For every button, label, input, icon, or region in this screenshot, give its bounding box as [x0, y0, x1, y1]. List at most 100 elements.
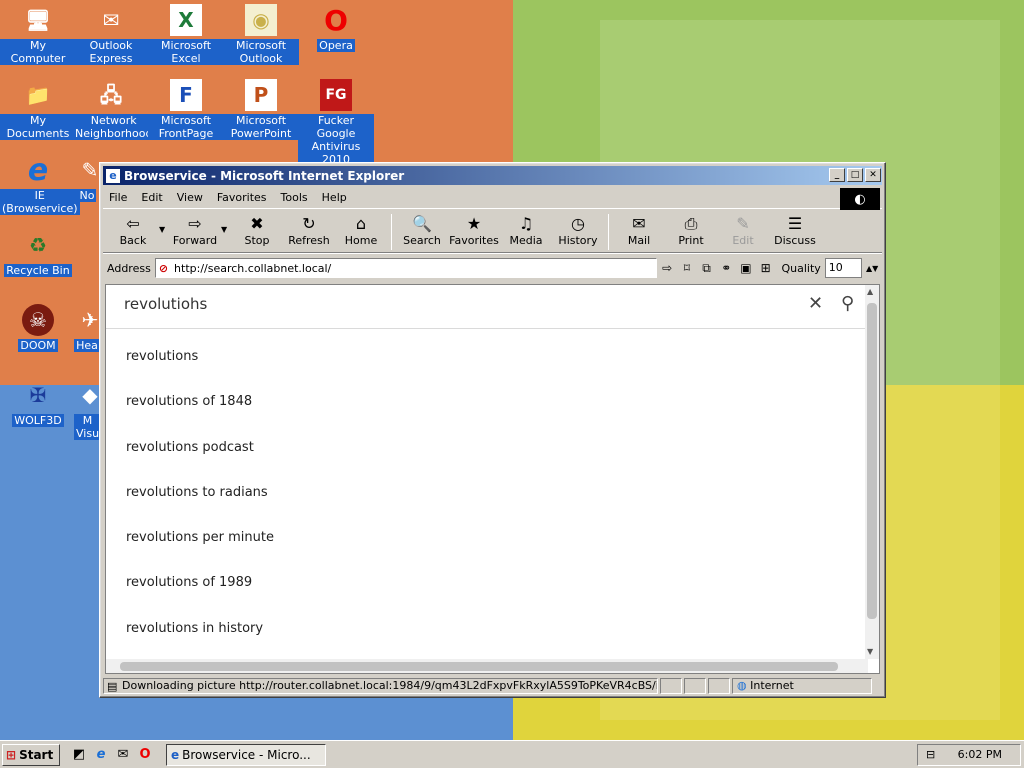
media-button[interactable]: ♫ Media: [500, 211, 552, 247]
quality-spinner-icon[interactable]: ▲▼: [862, 264, 882, 273]
ie-icon: e: [171, 747, 180, 762]
favorites-button[interactable]: ★ Favorites: [448, 211, 500, 247]
desktop-icon-outlook[interactable]: ◉ Microsoft Outlook: [223, 4, 299, 65]
my-computer-icon: 🖥: [25, 7, 51, 32]
status-cell: [660, 678, 682, 694]
edit-button[interactable]: ✎ Edit: [717, 211, 769, 247]
toolbar-divider: [391, 214, 392, 250]
desktop-icon-excel[interactable]: X Microsoft Excel: [148, 4, 224, 65]
edit-icon: ✎: [736, 214, 750, 233]
desktop-icon-recycle-bin[interactable]: ♻ Recycle Bin: [0, 229, 76, 277]
clear-icon[interactable]: ✕: [808, 293, 823, 314]
opera-icon[interactable]: O: [134, 747, 156, 762]
address-label: Address: [107, 261, 151, 275]
print-button[interactable]: ⎙ Print: [665, 211, 717, 247]
menu-edit[interactable]: Edit: [141, 191, 162, 204]
desktop-icon-doom[interactable]: ☠ DOOM: [0, 304, 76, 352]
search-icon: 🔍: [412, 214, 432, 233]
title-bar[interactable]: e Browservice - Microsoft Internet Explo…: [103, 166, 882, 185]
suggestion-item[interactable]: revolutions podcast: [126, 440, 274, 485]
task-label: Browservice - Micro...: [182, 747, 311, 762]
recycle-bin-icon: ♻: [29, 232, 47, 257]
paste-icon[interactable]: ⊞: [756, 261, 776, 275]
security-zone: ◍ Internet: [732, 678, 872, 694]
menu-view[interactable]: View: [177, 191, 203, 204]
suggestion-item[interactable]: revolutions of 1848: [126, 394, 274, 439]
bookmark-icon[interactable]: ⌑: [677, 261, 697, 275]
desktop-icon-ie[interactable]: e IE (Browservice): [0, 152, 80, 215]
clipboard-icon[interactable]: ▣: [736, 261, 756, 275]
outlook-express-icon[interactable]: ✉: [112, 747, 134, 762]
address-url: http://search.collabnet.local/: [174, 261, 332, 275]
quick-launch: ◩ e ✉ O: [68, 747, 156, 762]
desktop-icon-powerpoint[interactable]: P Microsoft PowerPoint: [223, 79, 299, 140]
desktop-icon-network[interactable]: 🖧 Network Neighborhood: [73, 79, 155, 140]
vertical-scrollbar[interactable]: ▲ ▼: [865, 285, 879, 659]
desktop-icon-antivirus[interactable]: FG Fucker Google Antivirus 2010: [298, 79, 374, 166]
maximize-button[interactable]: □: [847, 168, 863, 182]
menu-favorites[interactable]: Favorites: [217, 191, 267, 204]
menu-tools[interactable]: Tools: [281, 191, 308, 204]
back-button[interactable]: ⇦ Back: [107, 211, 159, 247]
frontpage-icon: F: [170, 79, 202, 111]
go-arrow-icon[interactable]: ⇨: [657, 261, 677, 275]
suggestion-item[interactable]: revolutions to radians: [126, 485, 274, 530]
find-icon[interactable]: ⚭: [716, 261, 736, 275]
address-bar: Address ⊘ http://search.collabnet.local/…: [103, 256, 882, 280]
close-button[interactable]: ✕: [865, 168, 881, 182]
scroll-up-icon[interactable]: ▲: [867, 287, 873, 296]
suggestion-item[interactable]: revolutions per minute: [126, 530, 274, 575]
menu-file[interactable]: File: [109, 191, 127, 204]
show-desktop-icon[interactable]: ◩: [68, 747, 90, 762]
desktop-icon-my-computer[interactable]: 🖥 My Computer: [0, 4, 76, 65]
desktop-icon-opera[interactable]: O Opera: [298, 4, 374, 52]
desktop-icon-frontpage[interactable]: F Microsoft FrontPage: [148, 79, 224, 140]
menu-help[interactable]: Help: [322, 191, 347, 204]
stop-button[interactable]: ✖ Stop: [231, 211, 283, 247]
system-tray: ⊟ 6:02 PM: [917, 743, 1021, 766]
suggestion-item[interactable]: revolutions of 1989: [126, 575, 274, 620]
status-bar: ▤ Downloading picture http://router.coll…: [103, 677, 882, 695]
ie-icon[interactable]: e: [90, 747, 112, 762]
home-icon: ⌂: [355, 214, 367, 233]
history-button[interactable]: ◷ History: [552, 211, 604, 247]
clock[interactable]: 6:02 PM: [958, 748, 1002, 761]
suggestion-item[interactable]: revolutions: [126, 349, 274, 394]
forward-button[interactable]: ⇨ Forward: [169, 211, 221, 247]
start-button[interactable]: ⊞ Start: [2, 743, 60, 766]
refresh-button[interactable]: ↻ Refresh: [283, 211, 335, 247]
desktop-icon-my-documents[interactable]: 📁 My Documents: [0, 79, 76, 140]
desktop-icon-outlook-express[interactable]: ✉ Outlook Express: [73, 4, 149, 65]
desktop-icon-app[interactable]: ✈ Hea: [74, 304, 100, 352]
horizontal-scroll-thumb[interactable]: [120, 662, 838, 671]
home-button[interactable]: ⌂ Home: [335, 211, 387, 247]
forward-icon: ⇨: [188, 214, 202, 233]
copy-icon[interactable]: ⧉: [697, 261, 717, 276]
desktop-icon-visual[interactable]: ◆ M Visu: [74, 379, 100, 440]
horizontal-scrollbar[interactable]: [106, 659, 868, 673]
tray-network-icon[interactable]: ⊟: [926, 748, 935, 761]
vertical-scroll-thumb[interactable]: [867, 303, 877, 619]
minimize-button[interactable]: _: [829, 168, 845, 182]
mail-button[interactable]: ✉ Mail: [613, 211, 665, 247]
search-icon[interactable]: ⚲: [841, 293, 854, 314]
desktop-icon-notepad[interactable]: ✎ No: [74, 154, 100, 202]
scroll-down-icon[interactable]: ▼: [867, 647, 873, 656]
forward-dropdown-icon[interactable]: ▼: [221, 211, 231, 234]
status-text-panel: ▤ Downloading picture http://router.coll…: [103, 678, 658, 694]
taskbar-item-browservice[interactable]: e Browservice - Micro...: [166, 743, 326, 766]
print-icon: ⎙: [684, 214, 698, 233]
quality-input[interactable]: 10: [824, 258, 863, 278]
globe-icon: ◍: [737, 679, 747, 692]
antivirus-icon: FG: [320, 79, 352, 111]
discuss-button[interactable]: ☰ Discuss: [769, 211, 821, 247]
ie-icon: e: [27, 152, 49, 188]
quality-label: Quality: [781, 261, 821, 275]
search-button[interactable]: 🔍 Search: [396, 211, 448, 247]
folder-icon: 📁: [25, 82, 51, 107]
desktop-icon-wolf3d[interactable]: ✠ WOLF3D: [0, 379, 76, 427]
back-dropdown-icon[interactable]: ▼: [159, 211, 169, 234]
search-input[interactable]: revolutiohs: [124, 295, 207, 313]
address-input[interactable]: ⊘ http://search.collabnet.local/: [154, 258, 658, 278]
outlook-icon: ◉: [245, 4, 277, 36]
